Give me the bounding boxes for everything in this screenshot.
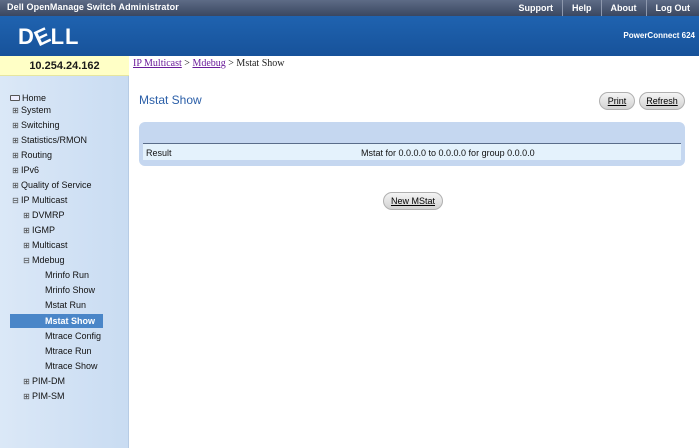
- breadcrumb-mdebug[interactable]: Mdebug: [192, 58, 225, 69]
- sidebar-item-dvmrp[interactable]: ⊞ DVMRP: [22, 208, 64, 222]
- product-name: PowerConnect 624: [623, 31, 695, 40]
- breadcrumb-ip-multicast[interactable]: IP Multicast: [133, 58, 182, 69]
- expand-icon: ⊞: [12, 136, 19, 145]
- sidebar-item-pim-dm[interactable]: ⊞ PIM-DM: [22, 374, 65, 388]
- sidebar-item-switching[interactable]: ⊞ Switching: [11, 118, 59, 132]
- dell-logo: DELL: [18, 21, 80, 52]
- about-link[interactable]: About: [600, 0, 646, 16]
- expand-icon: ⊞: [12, 181, 19, 190]
- expand-icon: ⊞: [12, 121, 19, 130]
- breadcrumb-bar: IP Multicast > Mdebug > Mstat Show: [129, 56, 699, 76]
- device-ip-box: 10.254.24.162: [0, 56, 129, 76]
- sidebar-item-mrinfo-run[interactable]: Mrinfo Run: [45, 268, 89, 282]
- sidebar-item-mrinfo-show[interactable]: Mrinfo Show: [45, 283, 95, 297]
- top-nav: Support Help About Log Out: [509, 0, 699, 16]
- logout-link[interactable]: Log Out: [645, 0, 699, 16]
- new-mstat-button[interactable]: New MStat: [383, 192, 443, 210]
- sidebar-item-mstat-run[interactable]: Mstat Run: [45, 298, 86, 312]
- collapse-icon: ⊟: [12, 196, 19, 205]
- expand-icon: ⊞: [23, 377, 30, 386]
- sidebar: Home ⊞ System ⊞ Switching ⊞ Statistics/RMON…: [0, 76, 129, 448]
- sidebar-item-ipv6[interactable]: ⊞ IPv6: [11, 163, 39, 177]
- device-ip: 10.254.24.162: [29, 60, 100, 72]
- breadcrumb-separator: >: [184, 58, 190, 69]
- expand-icon: ⊞: [23, 226, 30, 235]
- print-button[interactable]: Print: [599, 92, 635, 110]
- sidebar-item-statistics-rmon[interactable]: ⊞ Statistics/RMON: [11, 133, 87, 147]
- sidebar-item-igmp[interactable]: ⊞ IGMP: [22, 223, 55, 237]
- sidebar-item-pim-sm[interactable]: ⊞ PIM-SM: [22, 389, 64, 403]
- top-menu-bar: Dell OpenManage Switch Administrator Sup…: [0, 0, 699, 16]
- result-value: Mstat for 0.0.0.0 to 0.0.0.0 for group 0…: [361, 148, 535, 158]
- app-title: Dell OpenManage Switch Administrator: [7, 2, 179, 12]
- help-link[interactable]: Help: [561, 0, 601, 16]
- expand-icon: ⊞: [23, 211, 30, 220]
- collapse-icon: ⊟: [23, 256, 30, 265]
- sidebar-item-mtrace-run[interactable]: Mtrace Run: [45, 344, 92, 358]
- expand-icon: ⊞: [12, 106, 19, 115]
- page-title: Mstat Show: [139, 93, 202, 107]
- result-label: Result: [146, 148, 172, 158]
- expand-icon: ⊞: [12, 151, 19, 160]
- home-icon: [10, 94, 20, 101]
- sidebar-item-ip-multicast[interactable]: ⊟ IP Multicast: [11, 193, 67, 207]
- breadcrumb-current: Mstat Show: [236, 58, 285, 69]
- sidebar-item-system[interactable]: ⊞ System: [11, 103, 51, 117]
- sidebar-item-mtrace-show[interactable]: Mtrace Show: [45, 359, 98, 373]
- sidebar-item-routing[interactable]: ⊞ Routing: [11, 148, 52, 162]
- expand-icon: ⊞: [12, 166, 19, 175]
- breadcrumb-separator: >: [228, 58, 234, 69]
- breadcrumb: IP Multicast > Mdebug > Mstat Show: [133, 58, 284, 69]
- expand-icon: ⊞: [23, 241, 30, 250]
- sidebar-item-mtrace-config[interactable]: Mtrace Config: [45, 329, 101, 343]
- brand-banner: DELL PowerConnect 624: [0, 16, 699, 56]
- refresh-button[interactable]: Refresh: [639, 92, 685, 110]
- sidebar-item-mdebug[interactable]: ⊟ Mdebug: [22, 253, 64, 267]
- support-link[interactable]: Support: [509, 0, 562, 16]
- sidebar-item-mstat-show[interactable]: Mstat Show: [10, 314, 104, 328]
- sidebar-item-multicast[interactable]: ⊞ Multicast: [22, 238, 67, 252]
- sidebar-item-quality-of-service[interactable]: ⊞ Quality of Service: [11, 178, 91, 192]
- expand-icon: ⊞: [23, 392, 30, 401]
